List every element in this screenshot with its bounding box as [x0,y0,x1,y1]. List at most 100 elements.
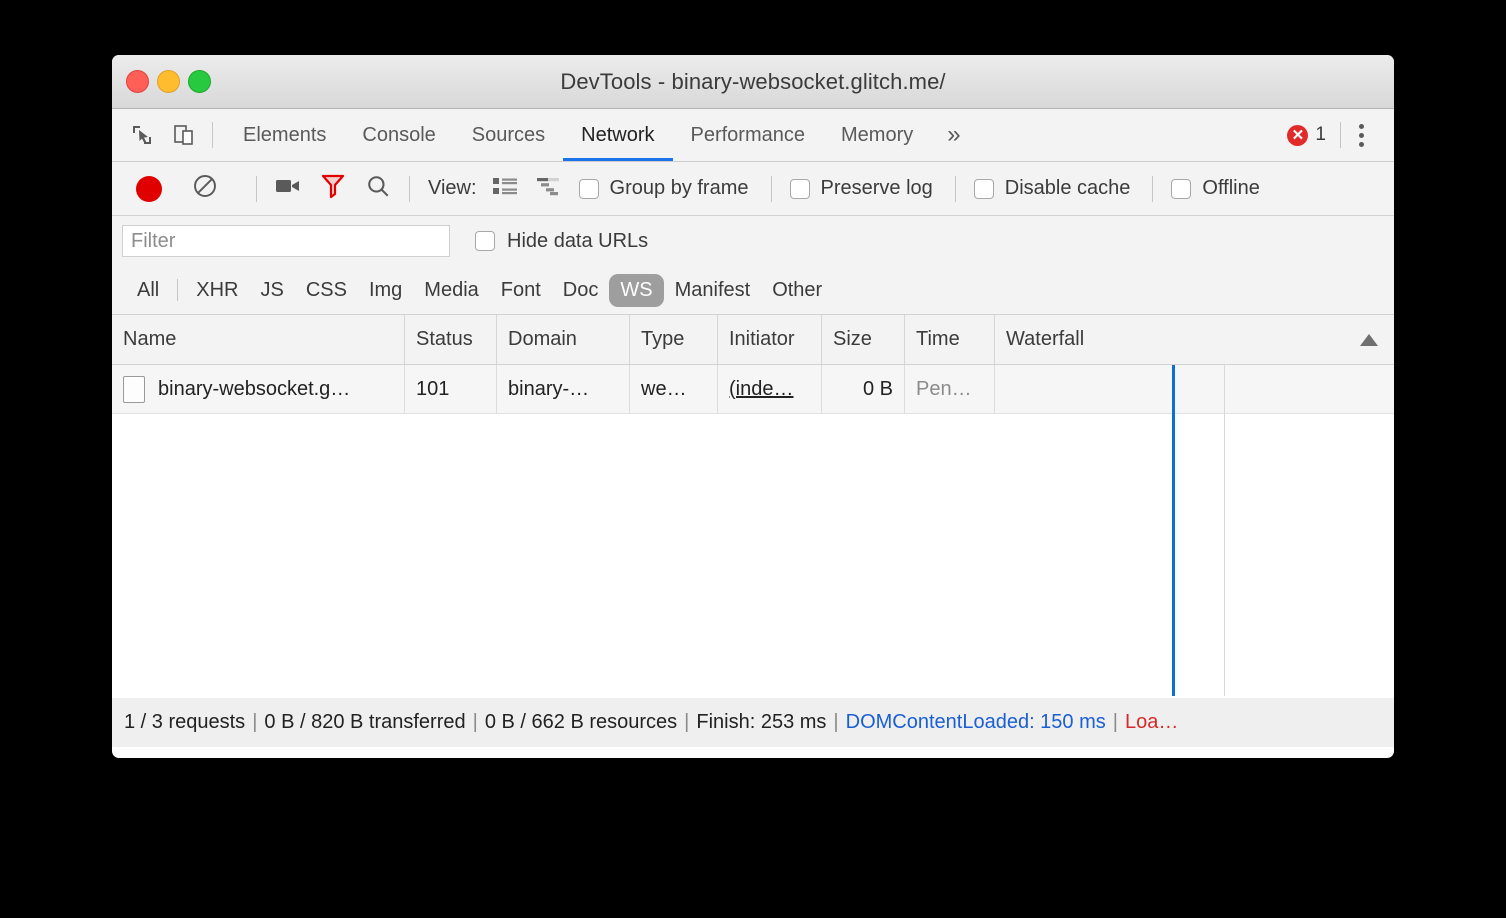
column-header-domain[interactable]: Domain [497,315,630,364]
column-header-type[interactable]: Type [630,315,718,364]
window-title: DevTools - binary-websocket.glitch.me/ [112,69,1394,95]
status-transferred: 0 B / 820 B transferred [264,711,465,734]
tab-elements-label: Elements [243,124,326,147]
type-filter-manifest[interactable]: Manifest [664,274,762,307]
tab-performance-label: Performance [691,124,806,147]
tab-memory[interactable]: Memory [823,109,931,161]
type-filter-all[interactable]: All [126,274,170,307]
disable-cache-box[interactable] [974,179,994,199]
type-filter-img[interactable]: Img [358,274,413,307]
filter-input[interactable] [122,225,450,257]
status-separator-4: | [826,711,845,734]
group-by-frame-checkbox[interactable]: Group by frame [579,177,749,200]
type-filter-divider [177,279,178,301]
toolbar-divider-3 [771,176,772,202]
tabbar-tool-icons [112,109,196,161]
error-x-icon: ✕ [1287,125,1308,146]
group-by-frame-box[interactable] [579,179,599,199]
tab-network[interactable]: Network [563,109,672,161]
status-separator-3: | [677,711,696,734]
tab-console-label: Console [362,124,435,147]
file-icon [123,376,145,403]
column-header-initiator[interactable]: Initiator [718,315,822,364]
view-label: View: [428,177,477,200]
record-button[interactable] [136,176,162,202]
column-header-status[interactable]: Status [405,315,497,364]
preserve-log-checkbox[interactable]: Preserve log [790,177,933,200]
tab-console[interactable]: Console [344,109,453,161]
cell-initiator[interactable]: (inde… [718,365,822,413]
status-separator-1: | [245,711,264,734]
type-filter-css[interactable]: CSS [295,274,358,307]
type-filter-other[interactable]: Other [761,274,833,307]
table-empty-area [112,414,1394,698]
type-filter-js[interactable]: JS [249,274,294,307]
offline-label: Offline [1202,177,1259,200]
offline-box[interactable] [1171,179,1191,199]
column-header-waterfall-label: Waterfall [1006,328,1084,351]
cell-name[interactable]: binary-websocket.g… [112,365,405,413]
table-header-row: Name Status Domain Type Initiator Size T… [112,315,1394,365]
list-view-icon[interactable] [493,177,517,201]
camera-icon[interactable] [275,176,301,201]
column-header-size[interactable]: Size [822,315,905,364]
clear-icon[interactable] [192,173,218,204]
status-load: Loa… [1125,711,1178,734]
network-status-bar: 1 / 3 requests | 0 B / 820 B transferred… [112,696,1394,747]
type-filter-doc[interactable]: Doc [552,274,610,307]
type-filter-xhr[interactable]: XHR [185,274,249,307]
error-count-label: 1 [1315,124,1326,146]
window-titlebar: DevTools - binary-websocket.glitch.me/ [112,55,1394,109]
tab-sources-label: Sources [472,124,545,147]
cell-status: 101 [405,365,497,413]
device-toolbar-icon[interactable] [172,123,196,147]
table-row[interactable]: binary-websocket.g… 101 binary-… we… (in… [112,365,1394,414]
waterfall-view-icon[interactable] [535,177,561,201]
status-separator-5: | [1106,711,1125,734]
network-toolbar: View: Group by frame [112,162,1394,216]
disable-cache-label: Disable cache [1005,177,1131,200]
devtools-tabbar: Elements Console Sources Network Perform… [112,109,1394,162]
hide-data-urls-label: Hide data URLs [507,230,648,253]
cursor-inspect-icon[interactable] [130,123,154,147]
column-header-waterfall[interactable]: Waterfall [995,315,1394,364]
preserve-log-box[interactable] [790,179,810,199]
cell-name-label: binary-websocket.g… [158,378,350,401]
initiator-link[interactable]: (inde… [729,378,793,401]
disable-cache-checkbox[interactable]: Disable cache [974,177,1131,200]
tab-network-label: Network [581,124,654,147]
cell-waterfall [995,365,1394,413]
toolbar-divider-4 [955,176,956,202]
sort-ascending-icon [1360,334,1378,346]
type-filter-ws[interactable]: WS [609,274,663,307]
group-by-frame-label: Group by frame [610,177,749,200]
funnel-filter-icon[interactable] [321,173,345,204]
tabbar-divider [212,122,213,148]
search-icon[interactable] [365,173,391,204]
more-tabs-chevron-icon[interactable]: » [931,109,974,161]
offline-checkbox[interactable]: Offline [1171,177,1259,200]
column-header-time[interactable]: Time [905,315,995,364]
tab-performance[interactable]: Performance [673,109,824,161]
status-resources: 0 B / 662 B resources [485,711,677,734]
hide-data-urls-checkbox[interactable]: Hide data URLs [475,230,648,253]
hide-data-urls-box[interactable] [475,231,495,251]
resource-type-filters: All XHR JS CSS Img Media Font Doc WS Man… [112,266,1394,315]
kebab-menu-icon[interactable] [1341,124,1380,147]
error-count-badge[interactable]: ✕ 1 [1287,124,1340,146]
tab-memory-label: Memory [841,124,913,147]
type-filter-font[interactable]: Font [490,274,552,307]
preserve-log-label: Preserve log [821,177,933,200]
tab-sources[interactable]: Sources [454,109,563,161]
toolbar-divider-1 [256,176,257,202]
status-requests: 1 / 3 requests [124,711,245,734]
column-header-name[interactable]: Name [112,315,405,364]
tab-elements[interactable]: Elements [225,109,344,161]
type-filter-media[interactable]: Media [413,274,489,307]
toolbar-divider-2 [409,176,410,202]
cell-size: 0 B [822,365,905,413]
panel-tabs: Elements Console Sources Network Perform… [225,109,931,161]
status-finish: Finish: 253 ms [696,711,826,734]
cell-time: Pen… [905,365,995,413]
cell-type: we… [630,365,718,413]
